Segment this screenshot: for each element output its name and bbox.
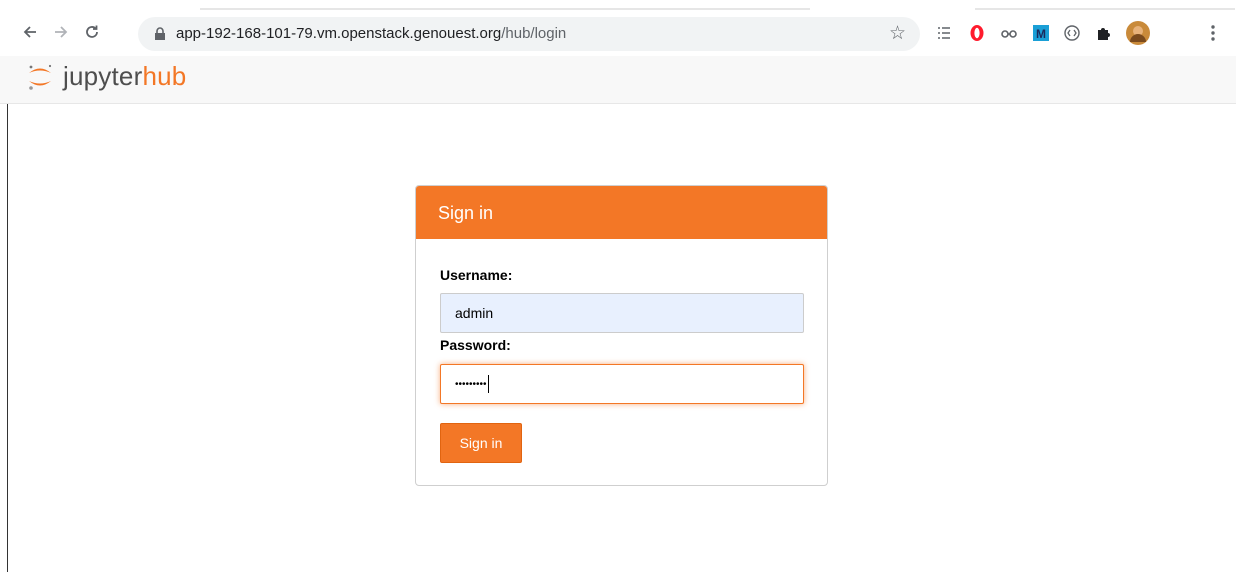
username-label: Username: bbox=[440, 267, 513, 283]
login-title: Sign in bbox=[438, 203, 494, 223]
password-value: ••••••••• bbox=[455, 378, 487, 390]
page-edge-line bbox=[7, 104, 8, 572]
glasses-icon[interactable] bbox=[1000, 24, 1018, 42]
tab-strip-divider bbox=[200, 8, 810, 10]
brand-part-hub: hub bbox=[142, 61, 187, 91]
username-field[interactable]: admin bbox=[440, 293, 804, 333]
text-caret bbox=[487, 375, 489, 393]
jupyterhub-logo[interactable]: jupyterhub bbox=[25, 61, 186, 92]
m-extension-icon[interactable]: M bbox=[1032, 24, 1050, 42]
password-field[interactable]: ••••••••• bbox=[440, 364, 804, 404]
browser-toolbar: app-192-168-101-79.vm.openstack.genouest… bbox=[0, 0, 1236, 56]
brand-wordmark: jupyterhub bbox=[63, 61, 186, 92]
kebab-menu-icon[interactable] bbox=[1204, 24, 1222, 42]
url-host: app-192-168-101-79.vm.openstack.genouest… bbox=[176, 25, 502, 42]
reload-button[interactable] bbox=[82, 23, 102, 43]
url-path: /hub/login bbox=[501, 25, 567, 42]
star-icon[interactable]: ☆ bbox=[889, 24, 906, 44]
jupyterhub-header: jupyterhub bbox=[0, 56, 1236, 104]
reload-icon bbox=[86, 25, 98, 38]
jupyter-logo-icon bbox=[29, 64, 52, 90]
code-icon[interactable] bbox=[1063, 24, 1081, 42]
url-text: app-192-168-101-79.vm.openstack.genouest… bbox=[176, 25, 566, 43]
forward-button[interactable] bbox=[51, 23, 71, 43]
sign-in-button[interactable]: Sign in bbox=[440, 423, 522, 463]
puzzle-icon[interactable] bbox=[1095, 24, 1113, 42]
brand-part-jupyter: jupyter bbox=[63, 61, 143, 91]
opera-icon[interactable] bbox=[968, 24, 986, 42]
tab-strip-divider bbox=[975, 8, 1235, 10]
login-panel-header: Sign in bbox=[416, 186, 827, 239]
svg-text:M: M bbox=[1036, 27, 1046, 41]
address-bar[interactable]: app-192-168-101-79.vm.openstack.genouest… bbox=[138, 17, 920, 51]
back-button[interactable] bbox=[20, 23, 40, 43]
username-value: admin bbox=[455, 305, 494, 321]
arrow-right-icon bbox=[55, 26, 68, 38]
password-label: Password: bbox=[440, 337, 511, 353]
lock-icon bbox=[155, 27, 165, 40]
profile-avatar[interactable] bbox=[1126, 21, 1150, 45]
login-panel: Sign in Username: admin Password: ••••••… bbox=[415, 185, 828, 486]
arrow-left-icon bbox=[23, 26, 36, 38]
reading-list-icon[interactable] bbox=[935, 24, 953, 42]
